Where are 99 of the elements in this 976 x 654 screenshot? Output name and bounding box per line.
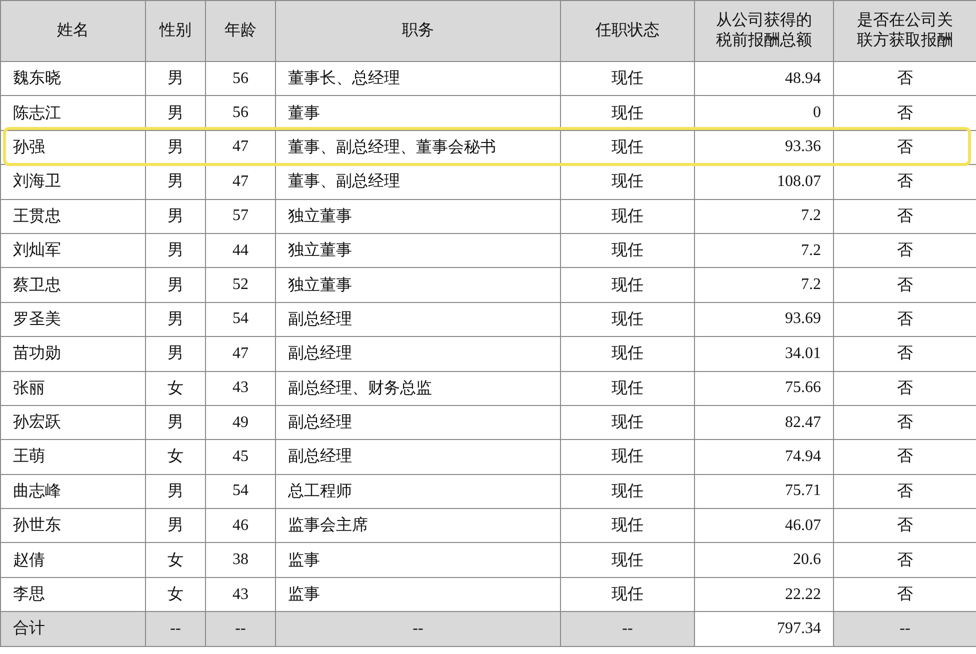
column-header: 年龄 (224, 21, 256, 41)
table-cell: 男 (146, 233, 206, 268)
table-cell: 王萌 (0, 440, 146, 474)
table-cell: 74.94 (694, 440, 834, 474)
table-cell: 20.6 (694, 542, 834, 578)
column-header: 性别 (160, 21, 192, 41)
table-cell: 52 (206, 268, 276, 302)
table-cell: 监事 (276, 542, 560, 578)
table-cell: 46 (206, 508, 276, 543)
table-cell: 副总经理 (276, 405, 560, 440)
table-cell: 56 (206, 96, 276, 130)
table-cell: 93.69 (694, 302, 834, 337)
table-cell: 男 (146, 405, 206, 440)
table-cell: 现任 (560, 440, 694, 474)
table-cell: 男 (146, 336, 206, 372)
table-cell: 合计 (0, 612, 146, 646)
table-cell: 独立董事 (276, 199, 560, 234)
table-cell: 49 (206, 405, 276, 440)
table-cell: 王贯忠 (0, 199, 146, 234)
table-cell: 7.2 (694, 233, 834, 268)
table-cell: 47 (206, 164, 276, 200)
table-cell: 现任 (560, 199, 694, 234)
table-cell: 38 (206, 542, 276, 578)
table-cell: 女 (146, 542, 206, 578)
table-cell: 男 (146, 62, 206, 96)
table-cell: 副总经理 (276, 440, 560, 474)
table-cell: 56 (206, 62, 276, 96)
table-cell: 现任 (560, 405, 694, 440)
table-cell: 董事 (276, 96, 560, 130)
table-cell: 43 (206, 371, 276, 406)
table-cell: 75.71 (694, 474, 834, 509)
column-header: 姓名 (57, 21, 89, 41)
table-cell: 47 (206, 336, 276, 372)
table-cell: 监事会主席 (276, 508, 560, 543)
table-cell: 男 (146, 199, 206, 234)
table-cell: 现任 (560, 336, 694, 372)
table-cell: 刘海卫 (0, 164, 146, 200)
table-cell: 82.47 (694, 405, 834, 440)
table-cell: 男 (146, 96, 206, 130)
table-cell: 797.34 (694, 612, 834, 646)
table-cell: 陈志江 (0, 96, 146, 130)
table-cell: 孙强 (0, 130, 146, 165)
table-cell: 75.66 (694, 371, 834, 406)
table-cell: 54 (206, 302, 276, 337)
table-cell: 董事、副总经理 (276, 164, 560, 200)
table-cell: 董事长、总经理 (276, 62, 560, 96)
table-cell: 罗圣美 (0, 302, 146, 337)
table-cell: 魏东晓 (0, 62, 146, 96)
table-cell: 赵倩 (0, 542, 146, 578)
column-header: 是否在公司关联方获取报酬 (856, 11, 954, 51)
column-header: 从公司获得的税前报酬总额 (714, 11, 813, 51)
table-cell: 男 (146, 164, 206, 200)
table-cell: 曲志峰 (0, 474, 146, 509)
table-cell: 48.94 (694, 62, 834, 96)
table-cell: 副总经理 (276, 302, 560, 337)
table-cell: 现任 (560, 542, 694, 578)
table-cell: -- (276, 612, 560, 646)
table-cell: 现任 (560, 371, 694, 406)
table-cell: 独立董事 (276, 233, 560, 268)
table-cell: 副总经理 (276, 336, 560, 372)
table-cell: 44 (206, 233, 276, 268)
table-cell: 57 (206, 199, 276, 234)
table-cell: -- (146, 612, 206, 646)
table-cell: 0 (694, 96, 834, 130)
table-cell: -- (834, 612, 976, 646)
table-cell: 总工程师 (276, 474, 560, 509)
table-cell: 独立董事 (276, 268, 560, 302)
table-cell: 刘灿军 (0, 233, 146, 268)
table-cell: 现任 (560, 164, 694, 200)
table-cell: 孙宏跃 (0, 405, 146, 440)
table-cell: 108.07 (694, 164, 834, 200)
table-cell: 苗功勋 (0, 336, 146, 372)
table-cell: 现任 (560, 508, 694, 543)
table-cell: 女 (146, 440, 206, 474)
table-cell: 45 (206, 440, 276, 474)
column-header: 职务 (402, 21, 434, 41)
table-cell: 现任 (560, 96, 694, 130)
table-cell: 蔡卫忠 (0, 268, 146, 302)
table-cell: 现任 (560, 62, 694, 96)
table-cell: 现任 (560, 268, 694, 302)
table-cell: 男 (146, 302, 206, 337)
table-cell: 女 (146, 371, 206, 406)
table-cell: 男 (146, 508, 206, 543)
table-cell: 男 (146, 268, 206, 302)
column-header: 任职状态 (596, 21, 660, 41)
table-cell: -- (560, 612, 694, 646)
table-cell: 现任 (560, 474, 694, 509)
table-cell: 副总经理、财务总监 (276, 371, 560, 406)
table-cell: 54 (206, 474, 276, 509)
table-cell: 7.2 (694, 199, 834, 234)
table-cell: 现任 (560, 302, 694, 337)
table-cell: 34.01 (694, 336, 834, 372)
table-cell: -- (206, 612, 276, 646)
table-cell: 现任 (560, 233, 694, 268)
table-cell: 7.2 (694, 268, 834, 302)
table-cell: 男 (146, 474, 206, 509)
table-cell: 张丽 (0, 371, 146, 406)
table-cell: 46.07 (694, 508, 834, 543)
table-cell: 孙世东 (0, 508, 146, 543)
